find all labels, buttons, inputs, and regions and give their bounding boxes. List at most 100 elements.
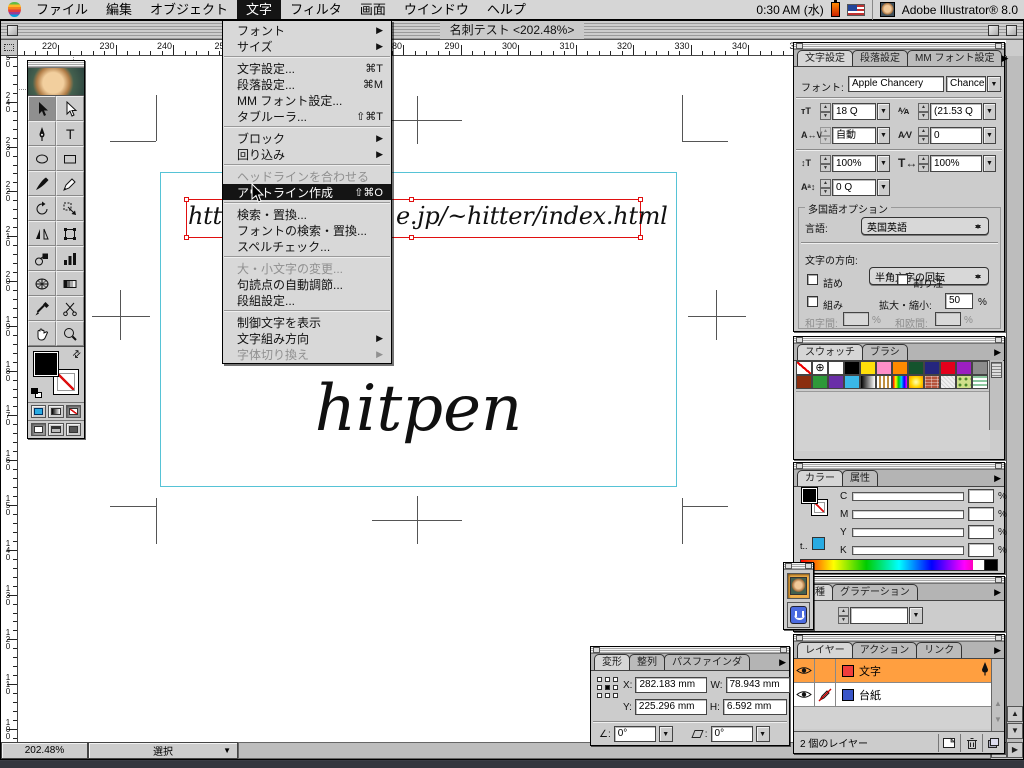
swatch-3bb8e8[interactable] (844, 375, 860, 389)
reflect-tool[interactable] (28, 221, 56, 246)
shear-field[interactable]: 0° (711, 726, 753, 742)
url-text-left-fragment[interactable]: htt (188, 202, 222, 230)
palette-menu-arrow[interactable]: ▶ (1001, 53, 1008, 64)
menu-item[interactable]: 制御文字を表示 (223, 314, 391, 330)
stroke-weight-field[interactable] (850, 607, 908, 624)
direct-selection-tool[interactable] (56, 96, 84, 121)
font-size-field[interactable]: 18 Q (832, 103, 876, 120)
channel-slider[interactable] (852, 546, 964, 555)
palette-close-box[interactable] (796, 635, 803, 641)
palette-drag-bar[interactable] (794, 635, 1004, 642)
tab-1[interactable]: 変形 (594, 654, 630, 670)
tab-2[interactable]: グラデーション (832, 584, 918, 600)
swatch-14532d[interactable] (908, 361, 924, 375)
delete-layer-button[interactable] (960, 734, 982, 752)
fill-color-proxy[interactable] (801, 487, 818, 504)
swatch-grad-rainbow[interactable] (892, 375, 908, 389)
channel-slider[interactable] (852, 492, 964, 501)
tab-2[interactable]: ブラシ (862, 344, 908, 360)
fullscreen-button[interactable] (66, 423, 81, 436)
font-size-dropdown[interactable]: ▼ (877, 103, 890, 120)
menu-title-5[interactable]: フィルタ (281, 0, 351, 19)
tab-1[interactable]: 文字設定 (797, 50, 853, 66)
font-dropdown-button[interactable]: ▼ (987, 76, 1001, 92)
menu-item[interactable]: 段落設定...⌘M (223, 76, 391, 92)
menu-item[interactable]: 文字設定...⌘T (223, 60, 391, 76)
layers-scrollbar[interactable]: ▲ ▼ (991, 659, 1004, 731)
rotate-tool[interactable] (28, 196, 56, 221)
menu-title-8[interactable]: ヘルプ (478, 0, 535, 19)
swatch-ff8a00[interactable] (892, 361, 908, 375)
swatch-pattern-polka[interactable] (956, 375, 972, 389)
scroll-up-arrow[interactable]: ▲ (992, 697, 1004, 713)
font-size-stepper[interactable]: ▲▼ (820, 103, 831, 120)
scale-tool[interactable] (56, 196, 84, 221)
menu-item[interactable]: 文字組み方向▶ (223, 330, 391, 346)
layer-row-文字[interactable]: 文字 (794, 659, 1004, 683)
menu-item[interactable]: 句読点の自動調節... (223, 276, 391, 292)
none-mode-button[interactable] (66, 405, 81, 418)
leading-stepper[interactable]: ▲▼ (918, 103, 929, 120)
tsume-checkbox[interactable] (807, 274, 818, 285)
tab-3[interactable]: リンク (916, 642, 962, 658)
hand-tool[interactable] (28, 321, 56, 346)
pencil-tool[interactable] (56, 171, 84, 196)
swatch-8b2e0f[interactable] (796, 375, 812, 389)
menu-title-4[interactable]: 文字 (237, 0, 281, 19)
gradient-mode-button[interactable] (48, 405, 63, 418)
palette-zoom-box[interactable] (995, 43, 1002, 49)
palette-menu-arrow[interactable]: ▶ (994, 645, 1001, 656)
selection-handle[interactable] (409, 235, 414, 240)
visibility-eye-icon[interactable] (794, 683, 815, 707)
swatch-8c8c8c[interactable] (972, 361, 988, 375)
stroke-weight-stepper[interactable]: ▲▼ (838, 607, 849, 624)
application-menu-icon[interactable] (880, 2, 895, 17)
channel-value-field[interactable] (968, 489, 994, 503)
x-field[interactable]: 282.183 mm (635, 677, 707, 693)
menu-item[interactable]: 回り込み▶ (223, 146, 391, 162)
scroll-right-arrow[interactable]: ▶ (1007, 742, 1023, 758)
palette-zoom-box[interactable] (805, 563, 812, 569)
menu-title-1[interactable]: ファイル (27, 0, 97, 19)
gradient-tool[interactable] (56, 271, 84, 296)
channel-value-field[interactable] (968, 543, 994, 557)
menu-title-2[interactable]: 編集 (97, 0, 141, 19)
menu-item[interactable]: 段組設定... (223, 292, 391, 308)
swatch-ffffff[interactable] (828, 361, 844, 375)
palette-zoom-box[interactable] (995, 337, 1002, 343)
palette-drag-bar[interactable] (794, 337, 1004, 344)
toolbox-drag-bar[interactable] (28, 61, 84, 68)
paintbrush-tool[interactable] (28, 171, 56, 196)
last-color-swatch[interactable] (812, 537, 825, 550)
menu-title-6[interactable]: 画面 (351, 0, 395, 19)
tracking-field[interactable]: 0 (930, 127, 982, 144)
tab-2[interactable]: 整列 (629, 654, 665, 670)
swatch-25267e[interactable] (924, 361, 940, 375)
baseline-shift-field[interactable]: 0 Q (832, 179, 876, 196)
swatch-pattern-stripes[interactable] (972, 375, 988, 389)
tracking-stepper[interactable]: ▲▼ (918, 127, 929, 144)
swatch-scrollbar[interactable] (989, 360, 1003, 430)
swatch-pattern-texture[interactable] (940, 375, 956, 389)
scroll-down-arrow[interactable]: ▼ (992, 713, 1004, 729)
kerning-stepper[interactable]: ▲▼ (820, 127, 831, 144)
application-name[interactable]: Adobe Illustrator® 8.0 (902, 3, 1018, 17)
edit-column[interactable] (815, 659, 836, 683)
horizontal-scale-field[interactable]: 100% (930, 155, 982, 172)
h-field[interactable]: 6.592 mm (723, 699, 787, 715)
swatch-e3001b[interactable] (940, 361, 956, 375)
zoom-level-field[interactable]: 202.48% (1, 742, 88, 759)
horizontal-scale-stepper[interactable]: ▲▼ (918, 155, 929, 172)
stroke-weight-dropdown[interactable]: ▼ (909, 607, 923, 624)
blend-tool[interactable] (28, 246, 56, 271)
white-cell[interactable] (973, 560, 985, 570)
channel-value-field[interactable] (968, 525, 994, 539)
swatch-none[interactable] (796, 361, 812, 375)
menu-title-7[interactable]: ウインドウ (395, 0, 478, 19)
swatch-2e9939[interactable] (812, 375, 828, 389)
kerning-field[interactable]: 自動 (832, 127, 876, 144)
channel-slider[interactable] (852, 528, 964, 537)
logo-text[interactable]: hitpen (160, 372, 677, 446)
new-layer-button[interactable] (938, 734, 960, 752)
swatch-grad-radial[interactable] (908, 375, 924, 389)
